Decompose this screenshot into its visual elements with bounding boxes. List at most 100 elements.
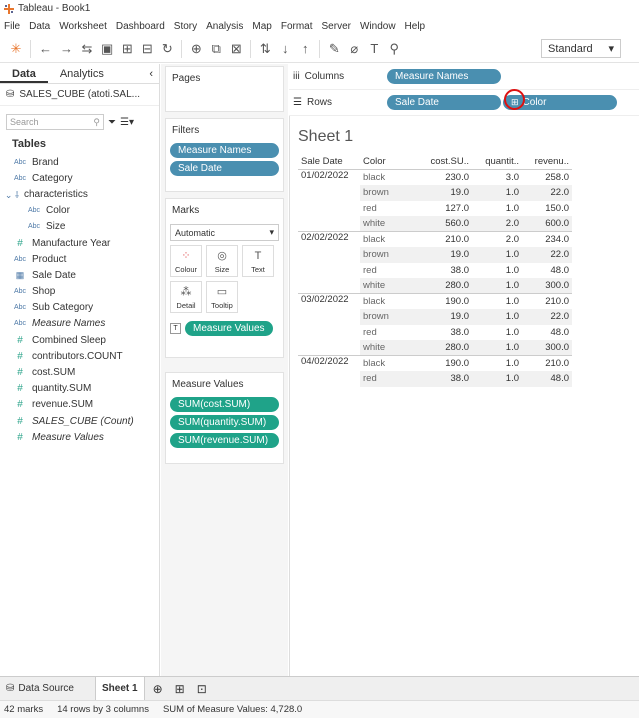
cell-quantity[interactable]: 1.0 <box>472 278 522 294</box>
cell-cost[interactable]: 19.0 <box>422 309 472 325</box>
cell-color[interactable]: brown <box>360 185 422 201</box>
filter-pill-sale-date[interactable]: Sale Date <box>170 161 279 176</box>
field-item[interactable]: Abc Shop <box>0 284 159 300</box>
cell-color[interactable]: black <box>360 293 422 309</box>
cell-revenue[interactable]: 234.0 <box>522 231 572 247</box>
field-item[interactable]: ⌄ ⸸ characteristics <box>0 186 159 202</box>
field-item[interactable]: # cost.SUM <box>0 364 159 380</box>
field-item[interactable]: # contributors.COUNT <box>0 348 159 364</box>
pages-card[interactable]: Pages <box>165 66 284 112</box>
field-item[interactable]: # Combined Sleep <box>0 332 159 348</box>
cell-quantity[interactable]: 1.0 <box>472 309 522 325</box>
cell-quantity[interactable]: 2.0 <box>472 231 522 247</box>
measure-pill-revenue[interactable]: SUM(revenue.SUM) <box>170 433 279 448</box>
filter-icon[interactable]: ⏷ <box>108 117 116 128</box>
group-members-icon[interactable]: ⌀ <box>348 39 360 59</box>
sort-descending-icon[interactable]: ↑ <box>299 39 311 59</box>
view-options-icon[interactable]: ☰▾ <box>120 117 134 128</box>
cell-revenue[interactable]: 258.0 <box>522 170 572 186</box>
menu-file[interactable]: File <box>4 21 20 32</box>
cell-sale-date[interactable]: 01/02/2022 <box>298 170 360 186</box>
colour-button[interactable]: ⁘ Colour <box>170 245 202 277</box>
cell-quantity[interactable]: 1.0 <box>472 247 522 263</box>
new-worksheet-icon[interactable]: ⊕ <box>153 682 163 696</box>
cell-quantity[interactable]: 1.0 <box>472 325 522 341</box>
menu-data[interactable]: Data <box>29 21 50 32</box>
field-item[interactable]: Abc Measure Names <box>0 316 159 332</box>
cell-color[interactable]: brown <box>360 309 422 325</box>
cell-color[interactable]: brown <box>360 247 422 263</box>
search-input[interactable]: Search ⚲ <box>6 114 104 130</box>
filter-pill-measure-names[interactable]: Measure Names <box>170 143 279 158</box>
pause-updates-icon[interactable]: ⊟ <box>141 39 153 59</box>
cell-cost[interactable]: 38.0 <box>422 325 472 341</box>
cell-sale-date[interactable] <box>298 201 360 217</box>
cell-sale-date[interactable]: 02/02/2022 <box>298 231 360 247</box>
refresh-icon[interactable]: ↻ <box>161 39 173 59</box>
tab-data[interactable]: Data <box>0 64 48 83</box>
replay-icon[interactable]: ⇆ <box>81 39 93 59</box>
columns-pill-measure-names[interactable]: Measure Names <box>387 69 501 84</box>
datasource-item[interactable]: ⛁ SALES_CUBE (atoti.SAL... <box>0 84 159 106</box>
sheet-title[interactable]: Sheet 1 <box>298 128 353 146</box>
cell-cost[interactable]: 19.0 <box>422 185 472 201</box>
header-cost[interactable]: cost.SU.. <box>422 154 472 170</box>
field-item[interactable]: ▦ Sale Date <box>0 267 159 283</box>
cell-quantity[interactable]: 2.0 <box>472 216 522 232</box>
cell-color[interactable]: black <box>360 355 422 371</box>
cell-revenue[interactable]: 300.0 <box>522 340 572 356</box>
cell-revenue[interactable]: 210.0 <box>522 355 572 371</box>
rows-pill-sale-date[interactable]: Sale Date <box>387 95 501 110</box>
cell-cost[interactable]: 127.0 <box>422 201 472 217</box>
data-source-tab[interactable]: ⛁ Data Source <box>0 677 96 700</box>
cell-cost[interactable]: 280.0 <box>422 278 472 294</box>
cell-sale-date[interactable] <box>298 263 360 279</box>
cell-quantity[interactable]: 3.0 <box>472 170 522 186</box>
field-item[interactable]: # Measure Values <box>0 429 159 445</box>
cell-sale-date[interactable] <box>298 309 360 325</box>
detail-button[interactable]: ⁂ Detail <box>170 281 202 313</box>
field-item[interactable]: # quantity.SUM <box>0 381 159 397</box>
new-story-icon[interactable]: ⊡ <box>197 682 207 696</box>
cell-color[interactable]: red <box>360 201 422 217</box>
cell-quantity[interactable]: 1.0 <box>472 293 522 309</box>
cell-revenue[interactable]: 210.0 <box>522 293 572 309</box>
swap-rows-columns-icon[interactable]: ⇅ <box>259 39 271 59</box>
sort-ascending-icon[interactable]: ↓ <box>279 39 291 59</box>
cell-sale-date[interactable] <box>298 278 360 294</box>
cell-cost[interactable]: 19.0 <box>422 247 472 263</box>
menu-map[interactable]: Map <box>252 21 271 32</box>
cell-color[interactable]: white <box>360 340 422 356</box>
cell-color[interactable]: red <box>360 263 422 279</box>
menu-server[interactable]: Server <box>322 21 351 32</box>
menu-format[interactable]: Format <box>281 21 313 32</box>
field-item[interactable]: Abc Color <box>0 203 159 219</box>
menu-help[interactable]: Help <box>405 21 426 32</box>
cell-color[interactable]: black <box>360 170 422 186</box>
cell-quantity[interactable]: 1.0 <box>472 263 522 279</box>
cell-color[interactable]: white <box>360 278 422 294</box>
new-datasource-icon[interactable]: ⊞ <box>121 39 133 59</box>
rows-shelf[interactable]: ☰ Rows Sale Date ⊞ Color <box>289 90 639 116</box>
pin-axes-icon[interactable]: ⚲ <box>388 39 400 59</box>
tooltip-button[interactable]: ▭ Tooltip <box>206 281 238 313</box>
field-item[interactable]: Abc Sub Category <box>0 300 159 316</box>
cell-sale-date[interactable] <box>298 185 360 201</box>
cell-cost[interactable]: 560.0 <box>422 216 472 232</box>
new-dashboard-icon[interactable]: ⊞ <box>175 682 185 696</box>
field-item[interactable]: # revenue.SUM <box>0 397 159 413</box>
marks-pill-measure-values[interactable]: Measure Values <box>185 321 273 336</box>
cell-sale-date[interactable] <box>298 325 360 341</box>
cell-cost[interactable]: 190.0 <box>422 293 472 309</box>
columns-shelf[interactable]: iii Columns Measure Names <box>289 64 639 90</box>
cell-revenue[interactable]: 22.0 <box>522 309 572 325</box>
show-labels-icon[interactable]: T <box>368 39 380 59</box>
cell-cost[interactable]: 38.0 <box>422 371 472 387</box>
cell-revenue[interactable]: 48.0 <box>522 371 572 387</box>
cell-revenue[interactable]: 600.0 <box>522 216 572 232</box>
measure-pill-cost[interactable]: SUM(cost.SUM) <box>170 397 279 412</box>
size-button[interactable]: ◎ Size <box>206 245 238 277</box>
field-item[interactable]: # SALES_CUBE (Count) <box>0 413 159 429</box>
menu-story[interactable]: Story <box>174 21 197 32</box>
sheet-tab[interactable]: Sheet 1 <box>96 677 145 700</box>
